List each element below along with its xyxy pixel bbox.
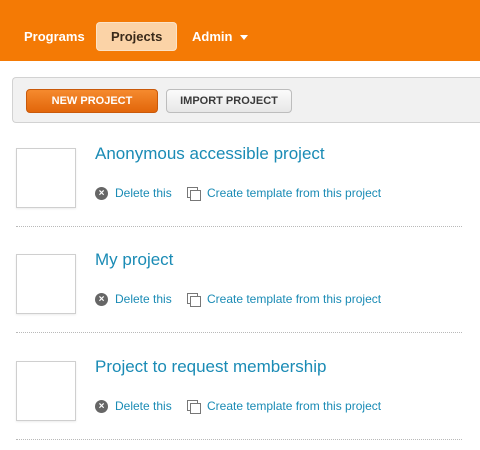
delete-icon: ×: [95, 187, 108, 200]
nav-admin[interactable]: Admin: [180, 23, 260, 51]
project-list-item: Project to request membership × Delete t…: [16, 353, 464, 443]
create-template-label: Create template from this project: [207, 186, 382, 200]
create-template-label: Create template from this project: [207, 399, 382, 413]
delete-icon: ×: [95, 400, 108, 413]
top-nav-bar: Programs Projects Admin: [0, 0, 480, 61]
create-template-label: Create template from this project: [207, 292, 382, 306]
copy-icon: [187, 293, 201, 307]
nav-projects[interactable]: Projects: [96, 22, 178, 51]
delete-icon: ×: [95, 293, 108, 306]
project-toolbar: NEW PROJECT IMPORT PROJECT: [12, 77, 480, 123]
new-project-button[interactable]: NEW PROJECT: [26, 89, 158, 113]
project-thumbnail[interactable]: [16, 148, 76, 208]
delete-label: Delete this: [115, 186, 172, 200]
project-title-link[interactable]: Project to request membership: [95, 357, 327, 377]
divider: [16, 439, 462, 440]
divider: [16, 226, 462, 227]
import-project-button[interactable]: IMPORT PROJECT: [166, 89, 292, 113]
nav-programs[interactable]: Programs: [12, 23, 97, 51]
project-list-item: My project × Delete this Create template…: [16, 246, 464, 336]
delete-label: Delete this: [115, 292, 172, 306]
project-thumbnail[interactable]: [16, 254, 76, 314]
chevron-down-icon: [240, 35, 249, 41]
project-title-link[interactable]: My project: [95, 250, 173, 270]
divider: [16, 332, 462, 333]
project-title-link[interactable]: Anonymous accessible project: [95, 144, 325, 164]
copy-icon: [187, 187, 201, 201]
project-list-item: Anonymous accessible project × Delete th…: [16, 140, 464, 230]
delete-label: Delete this: [115, 399, 172, 413]
project-thumbnail[interactable]: [16, 361, 76, 421]
nav-admin-label: Admin: [192, 29, 233, 44]
copy-icon: [187, 400, 201, 414]
